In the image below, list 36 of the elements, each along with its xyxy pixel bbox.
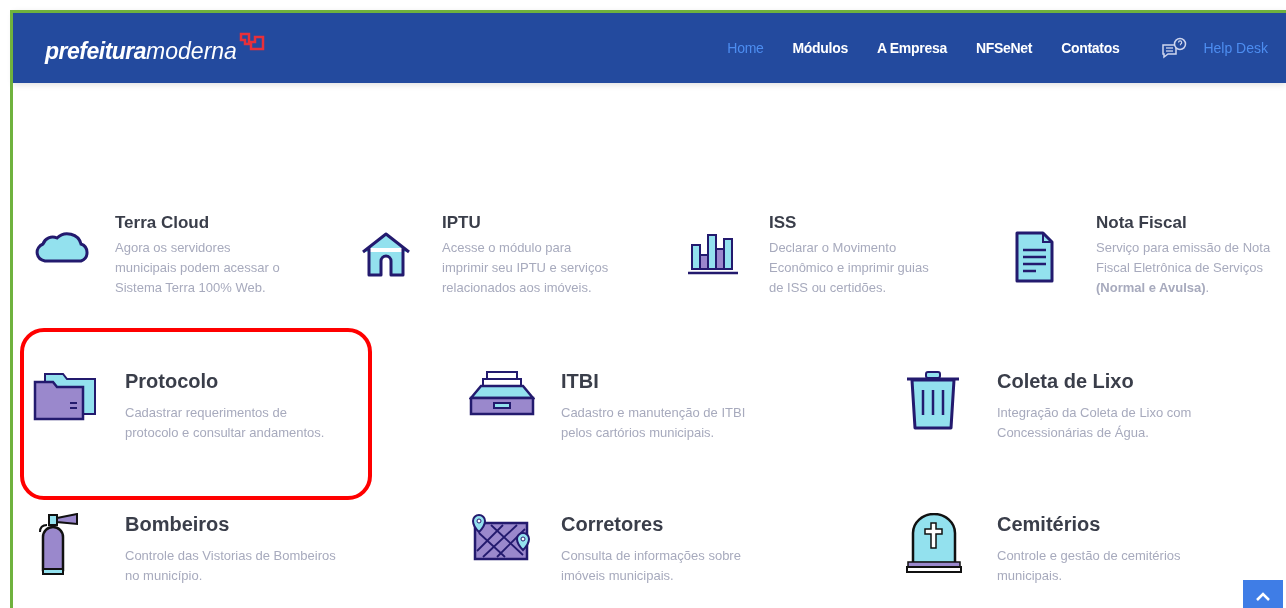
chevron-up-icon <box>1256 592 1270 601</box>
nav-link[interactable]: Contatos <box>1061 40 1120 56</box>
nav-link[interactable]: NFSeNet <box>975 40 1033 56</box>
module-title[interactable]: Protocolo <box>125 370 325 393</box>
bar-chart-icon <box>687 231 739 275</box>
document-icon <box>1014 231 1054 283</box>
module-description: Serviço para emissão de Nota Fiscal Eletrônica de Serviços (Normal e Avulsa). <box>1096 239 1271 297</box>
module-title[interactable]: Terra Cloud <box>115 213 280 233</box>
scroll-to-top-button[interactable] <box>1243 580 1283 608</box>
nav-link[interactable]: Módulos <box>792 40 848 56</box>
trash-can-icon <box>905 370 961 432</box>
module-description: Controle das Vistorias de Bombeiros no município. <box>125 547 336 585</box>
house-icon <box>360 231 412 277</box>
module-title[interactable]: Cemitérios <box>997 513 1181 536</box>
module-title[interactable]: Nota Fiscal <box>1096 213 1271 233</box>
module-description: Integração da Coleta de Lixo com Concessionárias de Água. <box>997 404 1192 442</box>
map-pins-icon <box>469 513 533 563</box>
module-description: Agora os servidores municipais podem acessar o Sistema Terra 100% Web. <box>115 239 280 297</box>
module-description: Declarar o Movimento Econômico e imprimir guias de ISS ou certidões. <box>769 239 929 297</box>
inbox-tray-icon <box>469 370 535 418</box>
module-description: Controle e gestão de cemitérios municipais. <box>997 547 1181 585</box>
help-chat-icon <box>1161 37 1188 59</box>
folder-icon <box>33 370 99 422</box>
module-title[interactable]: IPTU <box>442 213 609 233</box>
module-description: Acesse o módulo para imprimir seu IPTU e serviços relacionados aos imóveis. <box>442 239 609 297</box>
nav-link[interactable]: A Empresa <box>876 40 947 56</box>
tombstone-cross-icon <box>905 513 963 573</box>
module-description: Cadastro e manutenção de ITBI pelos cartórios municipais. <box>561 404 746 442</box>
module-title[interactable]: ISS <box>769 213 929 233</box>
module-title[interactable]: ITBI <box>561 370 746 393</box>
logo[interactable]: prefeituramoderna <box>45 31 265 65</box>
module-description: Cadastrar requerimentos de protocolo e consultar andamentos. <box>125 404 325 442</box>
module-description: Consulta de informações sobre imóveis municipais. <box>561 547 741 585</box>
module-title[interactable]: Bombeiros <box>125 513 336 536</box>
module-title[interactable]: Corretores <box>561 513 741 536</box>
module-title[interactable]: Coleta de Lixo <box>997 370 1192 393</box>
